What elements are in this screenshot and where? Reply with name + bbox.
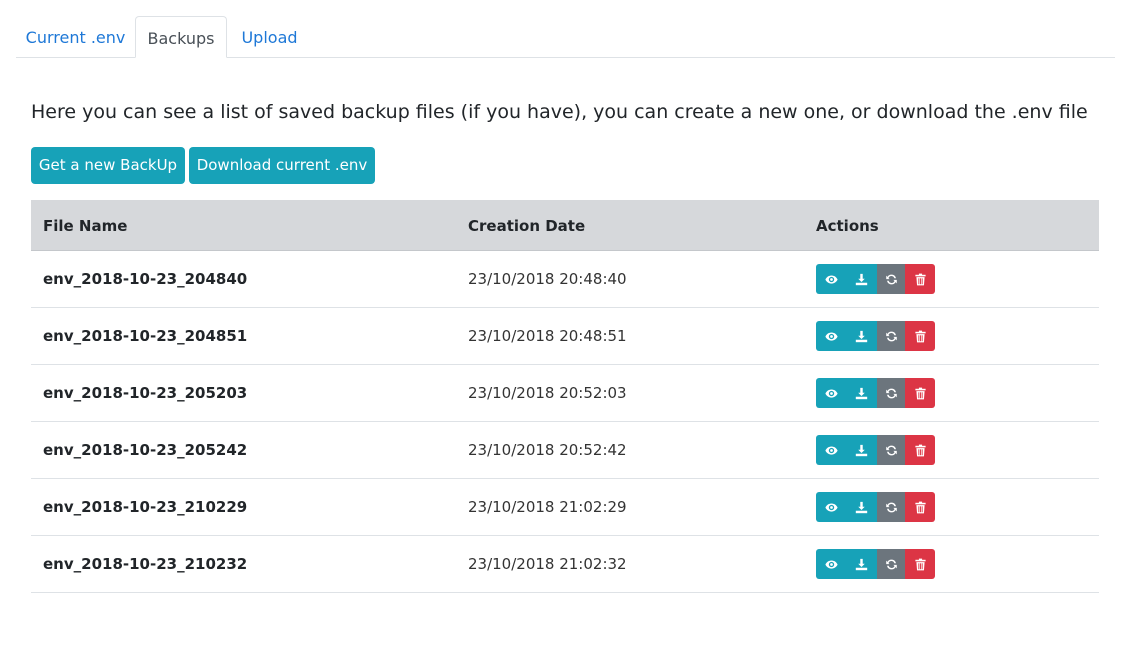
creation-date-cell: 23/10/2018 20:48:40 [468,270,627,288]
view-button[interactable] [816,492,846,522]
restore-button[interactable] [877,321,905,351]
file-name-cell: env_2018-10-23_205242 [43,441,248,459]
download-button[interactable] [846,435,877,465]
table-row: env_2018-10-23_210229 23/10/2018 21:02:2… [31,479,1099,536]
table-row: env_2018-10-23_204851 23/10/2018 20:48:5… [31,308,1099,365]
intro-text: Here you can see a list of saved backup … [31,101,1088,123]
new-backup-button[interactable]: Get a new BackUp [31,147,185,184]
row-actions [816,378,935,408]
creation-date-cell: 23/10/2018 20:48:51 [468,327,627,345]
row-actions [816,549,935,579]
table-body: env_2018-10-23_204840 23/10/2018 20:48:4… [31,251,1099,593]
table-row: env_2018-10-23_210232 23/10/2018 21:02:3… [31,536,1099,593]
restore-button[interactable] [877,378,905,408]
view-button[interactable] [816,549,846,579]
view-button[interactable] [816,378,846,408]
restore-button[interactable] [877,435,905,465]
refresh-icon [885,559,897,569]
restore-button[interactable] [877,492,905,522]
trash-icon [914,273,926,285]
view-button[interactable] [816,435,846,465]
file-name-cell: env_2018-10-23_205203 [43,384,248,402]
trash-icon [914,501,926,513]
row-actions [816,492,935,522]
trash-icon [914,330,926,342]
header-actions: Actions [816,217,879,235]
file-name-cell: env_2018-10-23_210229 [43,498,248,516]
refresh-icon [885,502,897,512]
tab-backups[interactable]: Backups [135,16,227,58]
table-row: env_2018-10-23_205242 23/10/2018 20:52:4… [31,422,1099,479]
row-actions [816,435,935,465]
refresh-icon [885,274,897,284]
refresh-icon [885,445,897,455]
file-name-cell: env_2018-10-23_204851 [43,327,248,345]
eye-icon [824,274,838,284]
eye-icon [824,502,838,512]
backups-table: File Name Creation Date Actions env_2018… [31,200,1099,593]
download-env-button[interactable]: Download current .env [189,147,375,184]
delete-button[interactable] [905,321,935,351]
download-button[interactable] [846,549,877,579]
view-button[interactable] [816,264,846,294]
refresh-icon [885,331,897,341]
trash-icon [914,558,926,570]
eye-icon [824,331,838,341]
delete-button[interactable] [905,264,935,294]
download-icon [855,273,868,285]
creation-date-cell: 23/10/2018 20:52:42 [468,441,627,459]
download-button[interactable] [846,492,877,522]
restore-button[interactable] [877,264,905,294]
eye-icon [824,445,838,455]
delete-button[interactable] [905,378,935,408]
creation-date-cell: 23/10/2018 21:02:29 [468,498,627,516]
table-header: File Name Creation Date Actions [31,200,1099,251]
creation-date-cell: 23/10/2018 21:02:32 [468,555,627,573]
table-row: env_2018-10-23_204840 23/10/2018 20:48:4… [31,251,1099,308]
file-name-cell: env_2018-10-23_210232 [43,555,248,573]
delete-button[interactable] [905,435,935,465]
tab-current-env[interactable]: Current .env [16,16,135,57]
download-icon [855,501,868,513]
creation-date-cell: 23/10/2018 20:52:03 [468,384,627,402]
table-row: env_2018-10-23_205203 23/10/2018 20:52:0… [31,365,1099,422]
delete-button[interactable] [905,549,935,579]
download-icon [855,444,868,456]
restore-button[interactable] [877,549,905,579]
tab-bar: Current .env Backups Upload [16,16,1115,58]
trash-icon [914,444,926,456]
row-actions [816,264,935,294]
download-icon [855,330,868,342]
eye-icon [824,559,838,569]
file-name-cell: env_2018-10-23_204840 [43,270,248,288]
trash-icon [914,387,926,399]
download-button[interactable] [846,264,877,294]
download-icon [855,387,868,399]
view-button[interactable] [816,321,846,351]
eye-icon [824,388,838,398]
row-actions [816,321,935,351]
download-button[interactable] [846,321,877,351]
header-file-name: File Name [43,217,128,235]
download-button[interactable] [846,378,877,408]
download-icon [855,558,868,570]
header-creation-date: Creation Date [468,217,586,235]
refresh-icon [885,388,897,398]
tab-upload[interactable]: Upload [227,16,312,57]
delete-button[interactable] [905,492,935,522]
